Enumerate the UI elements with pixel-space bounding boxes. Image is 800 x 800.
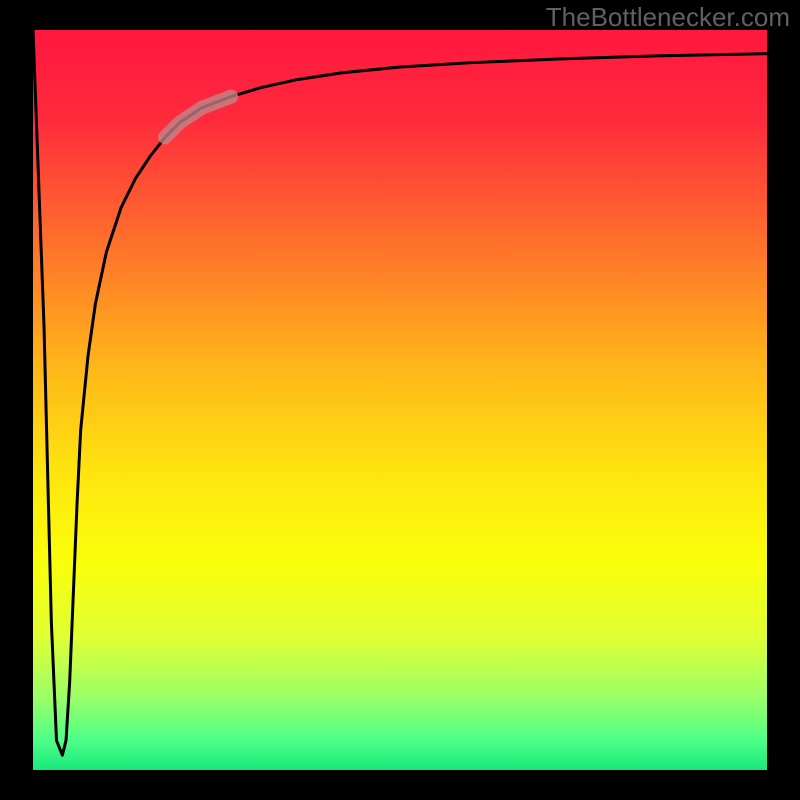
chart-svg [0, 0, 800, 800]
plot-background [33, 30, 767, 770]
watermark-text: TheBottlenecker.com [546, 2, 790, 33]
chart-frame: TheBottlenecker.com [0, 0, 800, 800]
